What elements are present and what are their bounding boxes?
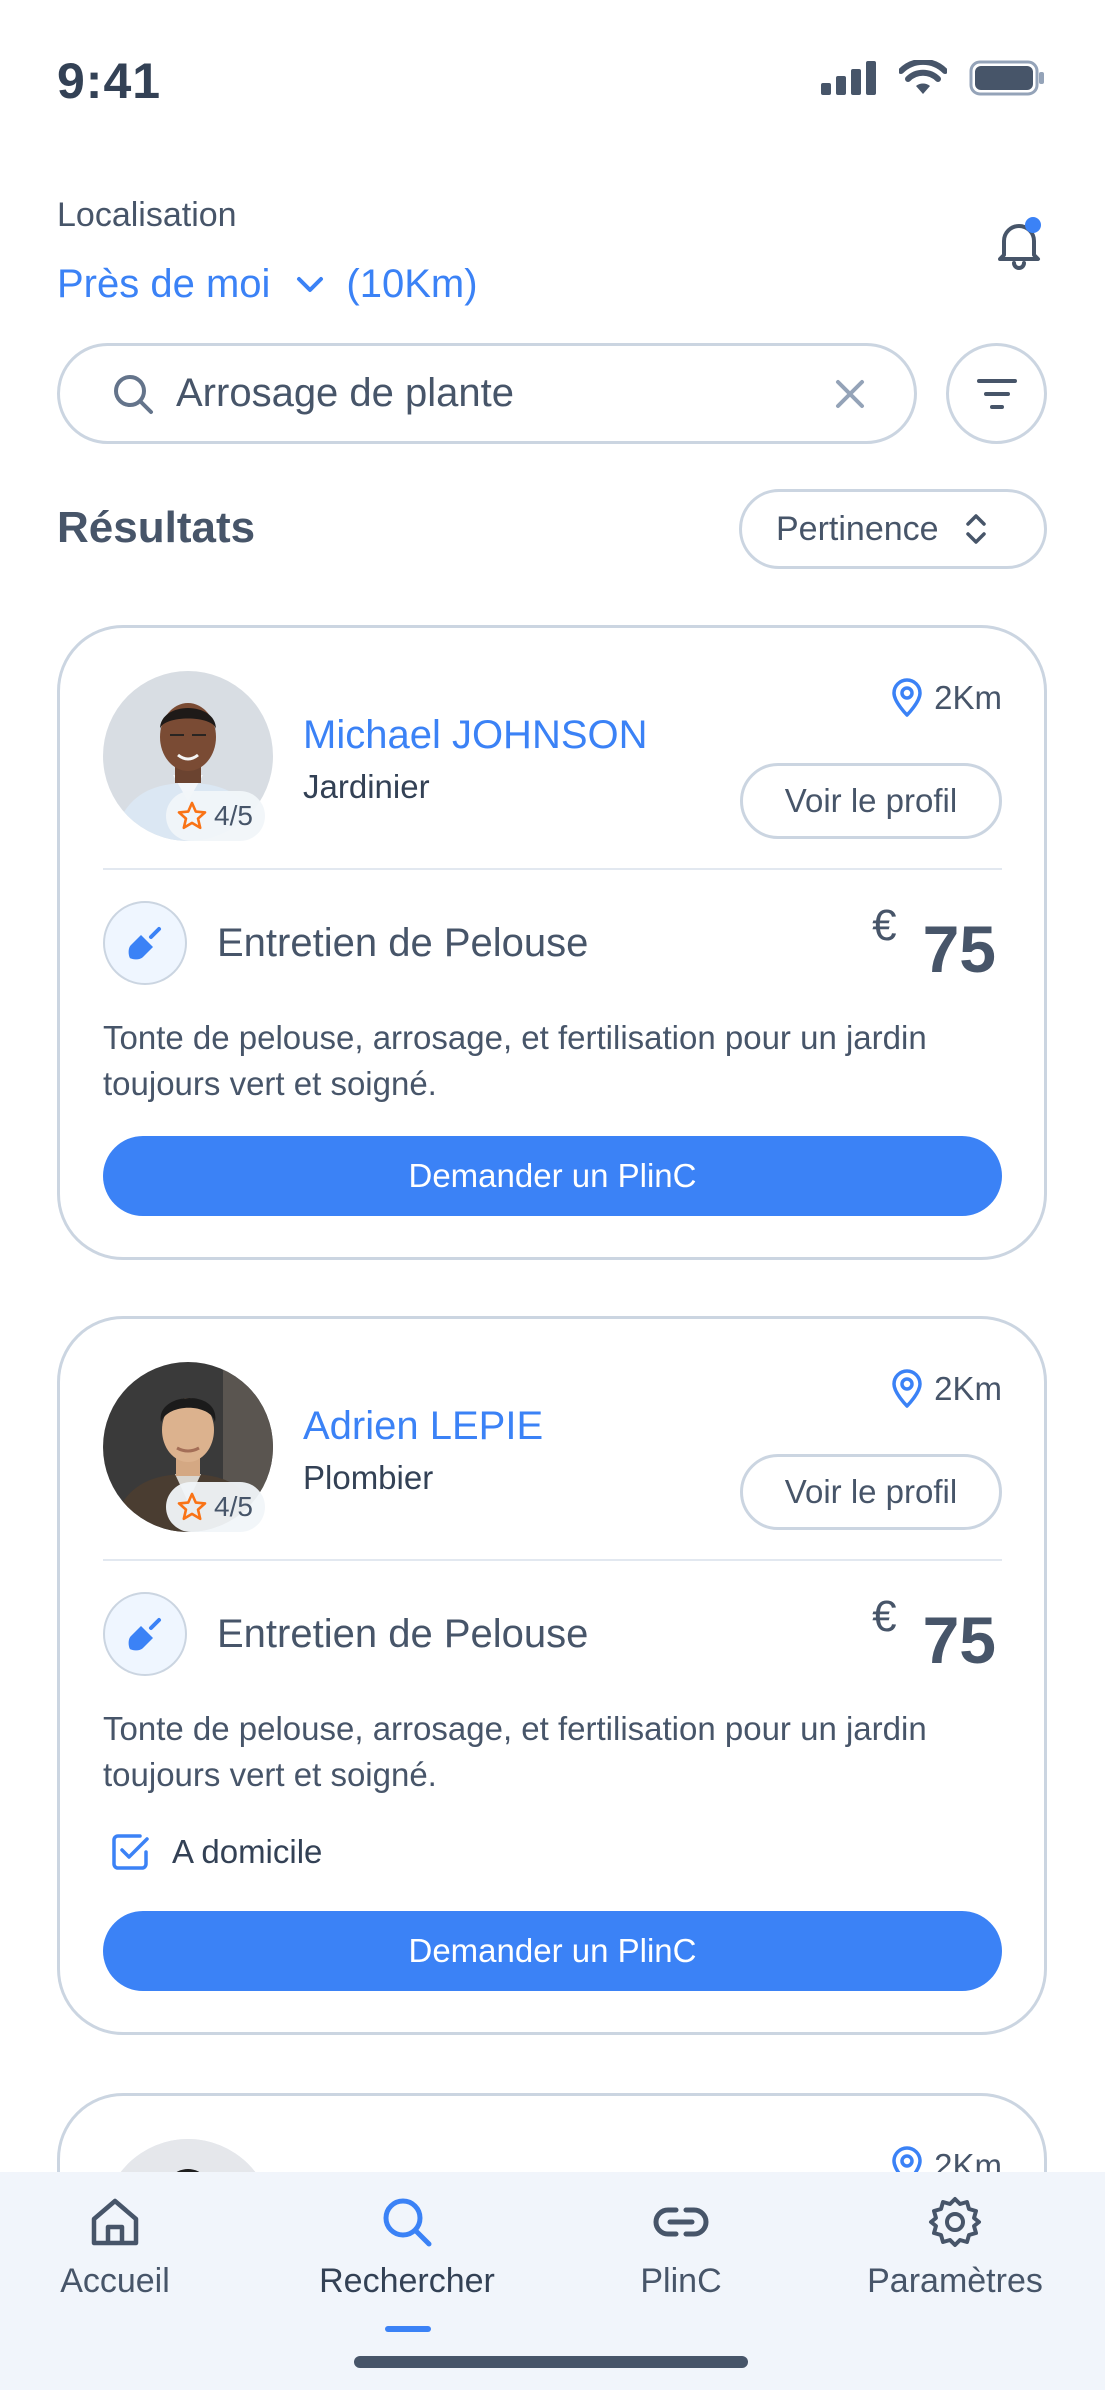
shovel-icon — [128, 927, 161, 960]
tab-plinc[interactable]: PlinC — [571, 2194, 791, 2301]
price: € 75 — [872, 901, 996, 987]
clear-icon[interactable] — [834, 378, 866, 410]
tab-label: Accueil — [60, 2262, 170, 2300]
view-profile-button[interactable]: Voir le profil — [740, 1454, 1002, 1530]
view-profile-button[interactable]: Voir le profil — [740, 763, 1002, 839]
tab-home[interactable]: Accueil — [5, 2194, 225, 2301]
location-value: Près de moi — [57, 262, 271, 306]
location-pin-icon — [892, 678, 922, 717]
service-description: Tonte de pelouse, arrosage, et fertilisa… — [103, 1710, 927, 1793]
service-title: Entretien de Pelouse — [217, 921, 589, 965]
active-tab-indicator — [385, 2326, 431, 2332]
home-option-label: A domicile — [172, 1833, 323, 1870]
home-indicator — [354, 2356, 748, 2368]
tab-settings[interactable]: Paramètres — [845, 2194, 1065, 2301]
rating-value: 4/5 — [214, 800, 253, 831]
location-radius: (10Km) — [346, 262, 478, 306]
link-icon — [652, 2194, 710, 2250]
home-service-option[interactable]: A domicile — [110, 1832, 322, 1872]
price-amount: 75 — [922, 1603, 996, 1677]
tab-search[interactable]: Rechercher — [297, 2194, 517, 2301]
filter-button[interactable] — [946, 343, 1047, 444]
star-icon — [177, 801, 207, 830]
signal-icon — [821, 61, 876, 95]
location-selector[interactable]: Près de moi (10Km) — [57, 262, 478, 307]
tab-label: Rechercher — [319, 2262, 495, 2300]
rating-value: 4/5 — [214, 1491, 253, 1522]
battery-icon — [969, 60, 1044, 96]
status-time: 9:41 — [57, 53, 162, 109]
gear-icon — [928, 2194, 982, 2250]
location-pin-icon — [892, 1369, 922, 1408]
checkbox-checked-icon[interactable] — [110, 1832, 150, 1872]
service-description: Tonte de pelouse, arrosage, et fertilisa… — [103, 1019, 927, 1102]
home-icon — [88, 2194, 142, 2250]
provider-card: 4/5 Adrien LEPIE Plombier 2Km Voir le pr… — [57, 1316, 1047, 2035]
price-amount: 75 — [922, 912, 996, 986]
divider — [103, 1559, 1002, 1561]
request-plinc-button[interactable]: Demander un PlinC — [103, 1911, 1002, 1991]
shovel-icon — [128, 1618, 161, 1651]
search-icon — [380, 2194, 434, 2250]
chevron-down-icon — [296, 276, 324, 294]
service-icon-badge — [103, 901, 187, 985]
star-icon — [177, 1492, 207, 1521]
sort-select[interactable]: Pertinence — [739, 489, 1047, 569]
tab-label: PlinC — [640, 2262, 722, 2300]
distance: 2Km — [890, 1369, 1002, 1409]
filter-icon — [976, 378, 1017, 409]
notification-bell-icon[interactable] — [995, 215, 1043, 271]
service-icon-badge — [103, 1592, 187, 1676]
currency-symbol: € — [872, 1592, 897, 1641]
sort-label: Pertinence — [776, 509, 939, 548]
provider-name[interactable]: Michael JOHNSON — [303, 713, 648, 758]
rating-badge: 4/5 — [166, 1482, 265, 1532]
service-title: Entretien de Pelouse — [217, 1612, 589, 1656]
wifi-icon — [899, 60, 947, 94]
provider-job: Plombier — [303, 1459, 434, 1496]
provider-name[interactable]: Adrien LEPIE — [303, 1404, 543, 1449]
distance-value: 2Km — [934, 1370, 1002, 1407]
tab-label: Paramètres — [867, 2262, 1043, 2300]
distance-value: 2Km — [934, 679, 1002, 716]
location-label: Localisation — [57, 196, 237, 234]
distance: 2Km — [890, 678, 1002, 718]
tab-bar: Accueil Rechercher PlinC Paramètres — [0, 2172, 1105, 2390]
provider-job: Jardinier — [303, 768, 430, 805]
results-title: Résultats — [57, 503, 256, 552]
status-icons — [821, 60, 1045, 96]
rating-badge: 4/5 — [166, 791, 265, 841]
divider — [103, 868, 1002, 870]
request-plinc-button[interactable]: Demander un PlinC — [103, 1136, 1002, 1216]
search-icon — [114, 374, 153, 414]
currency-symbol: € — [872, 901, 897, 950]
price: € 75 — [872, 1592, 996, 1678]
chevron-up-down-icon — [965, 512, 987, 546]
provider-card: 4/5 Michael JOHNSON Jardinier 2Km Voir l… — [57, 625, 1047, 1260]
search-query: Arrosage de plante — [176, 371, 515, 415]
search-input[interactable]: Arrosage de plante — [57, 343, 917, 444]
